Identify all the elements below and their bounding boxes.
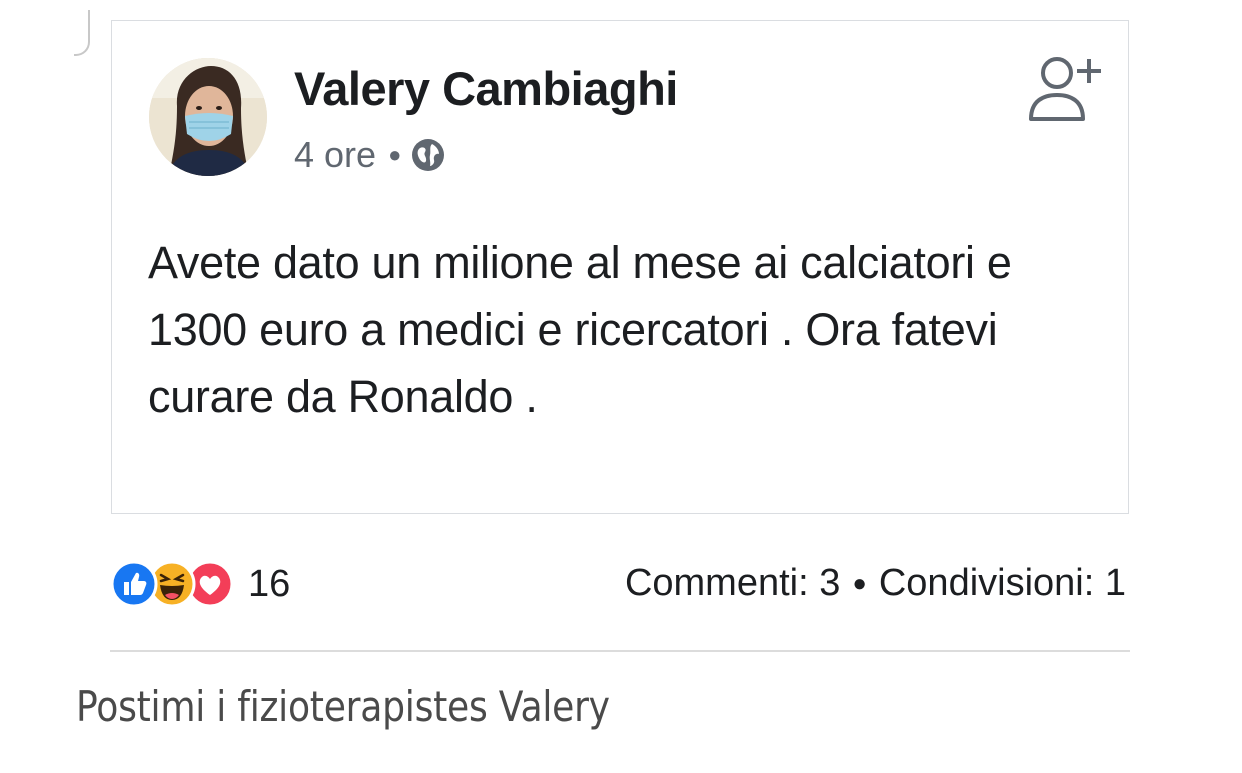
author-name[interactable]: Valery Cambiaghi (294, 61, 678, 116)
like-icon (110, 560, 158, 608)
stats-separator: ● (852, 569, 867, 597)
globe-icon[interactable] (411, 138, 445, 172)
reactions-summary[interactable]: 16 (110, 560, 290, 608)
meta-separator: ● (388, 142, 402, 167)
post-time[interactable]: 4 ore (294, 134, 376, 176)
add-friend-icon[interactable] (1027, 53, 1107, 125)
post-stats: Commenti: 3 ● Condivisioni: 1 (625, 562, 1126, 605)
reaction-count: 16 (248, 562, 291, 605)
post-body: Avete dato un milione al mese ai calciat… (148, 237, 1012, 422)
avatar-image (149, 58, 267, 176)
post-card: Valery Cambiaghi 4 ore ● Avete dato un m… (111, 20, 1129, 514)
image-caption: Postimi i fizioterapistes Valery (76, 682, 610, 731)
post-meta: 4 ore ● (294, 134, 445, 176)
comments-count[interactable]: Commenti: 3 (625, 562, 840, 605)
shares-count[interactable]: Condivisioni: 1 (879, 562, 1126, 605)
screenshot: Valery Cambiaghi 4 ore ● Avete dato un m… (0, 0, 1242, 773)
divider (110, 650, 1130, 652)
corner-decoration (74, 10, 90, 56)
engagement-bar: 16 Commenti: 3 ● Condivisioni: 1 (110, 560, 1128, 612)
avatar[interactable] (149, 58, 267, 176)
